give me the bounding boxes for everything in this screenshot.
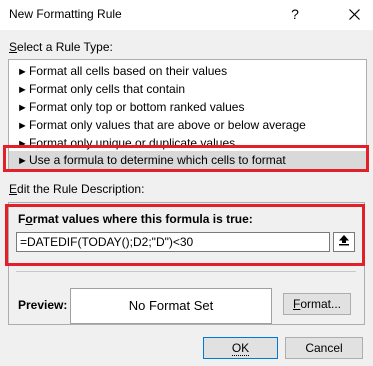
arrow-icon: ► (17, 102, 28, 114)
divider (16, 271, 356, 272)
rule-description-label: Edit the Rule Description: (9, 182, 145, 196)
rule-type-item[interactable]: ►Format only values that are above or be… (9, 116, 366, 134)
preview-box: No Format Set (70, 288, 272, 324)
arrow-icon: ► (17, 84, 28, 96)
preview-label: Preview: (18, 298, 68, 312)
help-button[interactable]: ? (285, 3, 305, 25)
highlight-box-rule (3, 145, 369, 172)
close-button[interactable] (336, 0, 372, 28)
ok-button[interactable]: OK (203, 337, 278, 359)
highlight-box-formula (5, 204, 365, 266)
rule-type-label: Select a Rule Type: (9, 40, 113, 54)
format-button[interactable]: Format... (283, 293, 351, 315)
arrow-icon: ► (17, 120, 28, 132)
rule-type-item[interactable]: ►Format all cells based on their values (9, 62, 366, 80)
cancel-button[interactable]: Cancel (285, 337, 363, 359)
help-icon: ? (291, 6, 299, 22)
dialog-title: New Formatting Rule (9, 7, 122, 21)
rule-type-item[interactable]: ►Format only cells that contain (9, 80, 366, 98)
arrow-icon: ► (17, 66, 28, 78)
rule-type-item[interactable]: ►Format only top or bottom ranked values (9, 98, 366, 116)
close-icon (348, 9, 360, 21)
title-bar: New Formatting Rule ? (0, 0, 373, 30)
